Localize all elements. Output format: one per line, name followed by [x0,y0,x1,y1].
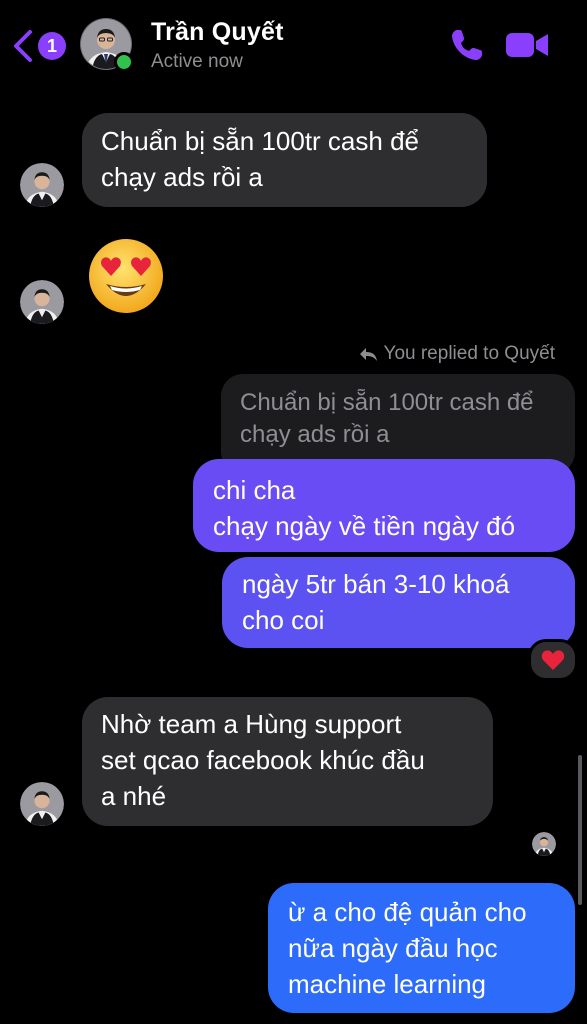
seen-receipt-avatar [532,832,556,856]
unread-count-badge: 1 [38,32,66,60]
online-status-dot [114,52,134,72]
message-text: Nhờ team a Hùng support [101,709,402,739]
phone-icon[interactable] [448,26,486,64]
quoted-text: chạy ads rồi a [240,421,390,448]
message-text: a nhé [101,781,167,811]
contact-avatar-small[interactable] [20,280,64,324]
message-bubble-outgoing[interactable]: chi cha chạy ngày về tiền ngày đó [193,459,575,552]
message-text: cho coi [242,605,325,635]
message-text: nữa ngày đầu học [288,933,498,963]
message-text: chạy ngày về tiền ngày đó [213,511,516,541]
message-bubble-incoming[interactable]: Chuẩn bị sẵn 100tr cash để chạy ads rồi … [82,113,487,207]
contact-avatar-small[interactable] [20,163,64,207]
contact-status: Active now [151,51,243,72]
contact-avatar[interactable] [80,18,134,72]
chevron-left-icon [14,30,32,62]
message-bubble-incoming[interactable]: Nhờ team a Hùng support set qcao faceboo… [82,697,493,826]
back-button[interactable]: 1 [10,26,66,66]
message-text: ngày 5tr bán 3-10 khoá [242,569,510,599]
video-camera-icon[interactable] [504,28,550,62]
message-text: chạy ads rồi a [101,162,263,192]
message-text: Chuẩn bị sẵn 100tr cash để [101,126,419,156]
heart-eyes-emoji[interactable] [86,236,166,316]
quoted-text: Chuẩn bị sẵn 100tr cash để [240,389,534,416]
red-heart-icon [541,650,565,670]
message-text: ừ a cho đệ quản cho [288,897,527,927]
message-bubble-outgoing[interactable]: ngày 5tr bán 3-10 khoá cho coi [222,557,575,648]
scrollbar[interactable] [578,755,582,905]
message-text: chi cha [213,475,296,505]
contact-avatar-small[interactable] [20,782,64,826]
message-bubble-outgoing[interactable]: ừ a cho đệ quản cho nữa ngày đầu học mac… [268,883,575,1013]
message-text: set qcao facebook khúc đầu [101,745,425,775]
reply-label-text: You replied to Quyết [383,343,555,364]
message-text: machine learning [288,969,487,999]
conversation-header: 1 Trần Quyết Active now [0,0,587,95]
message-reaction[interactable] [528,639,578,681]
contact-name[interactable]: Trần Quyết [151,18,284,47]
reply-context-label: You replied to Quyết [358,343,555,365]
reply-arrow-icon [359,348,377,361]
